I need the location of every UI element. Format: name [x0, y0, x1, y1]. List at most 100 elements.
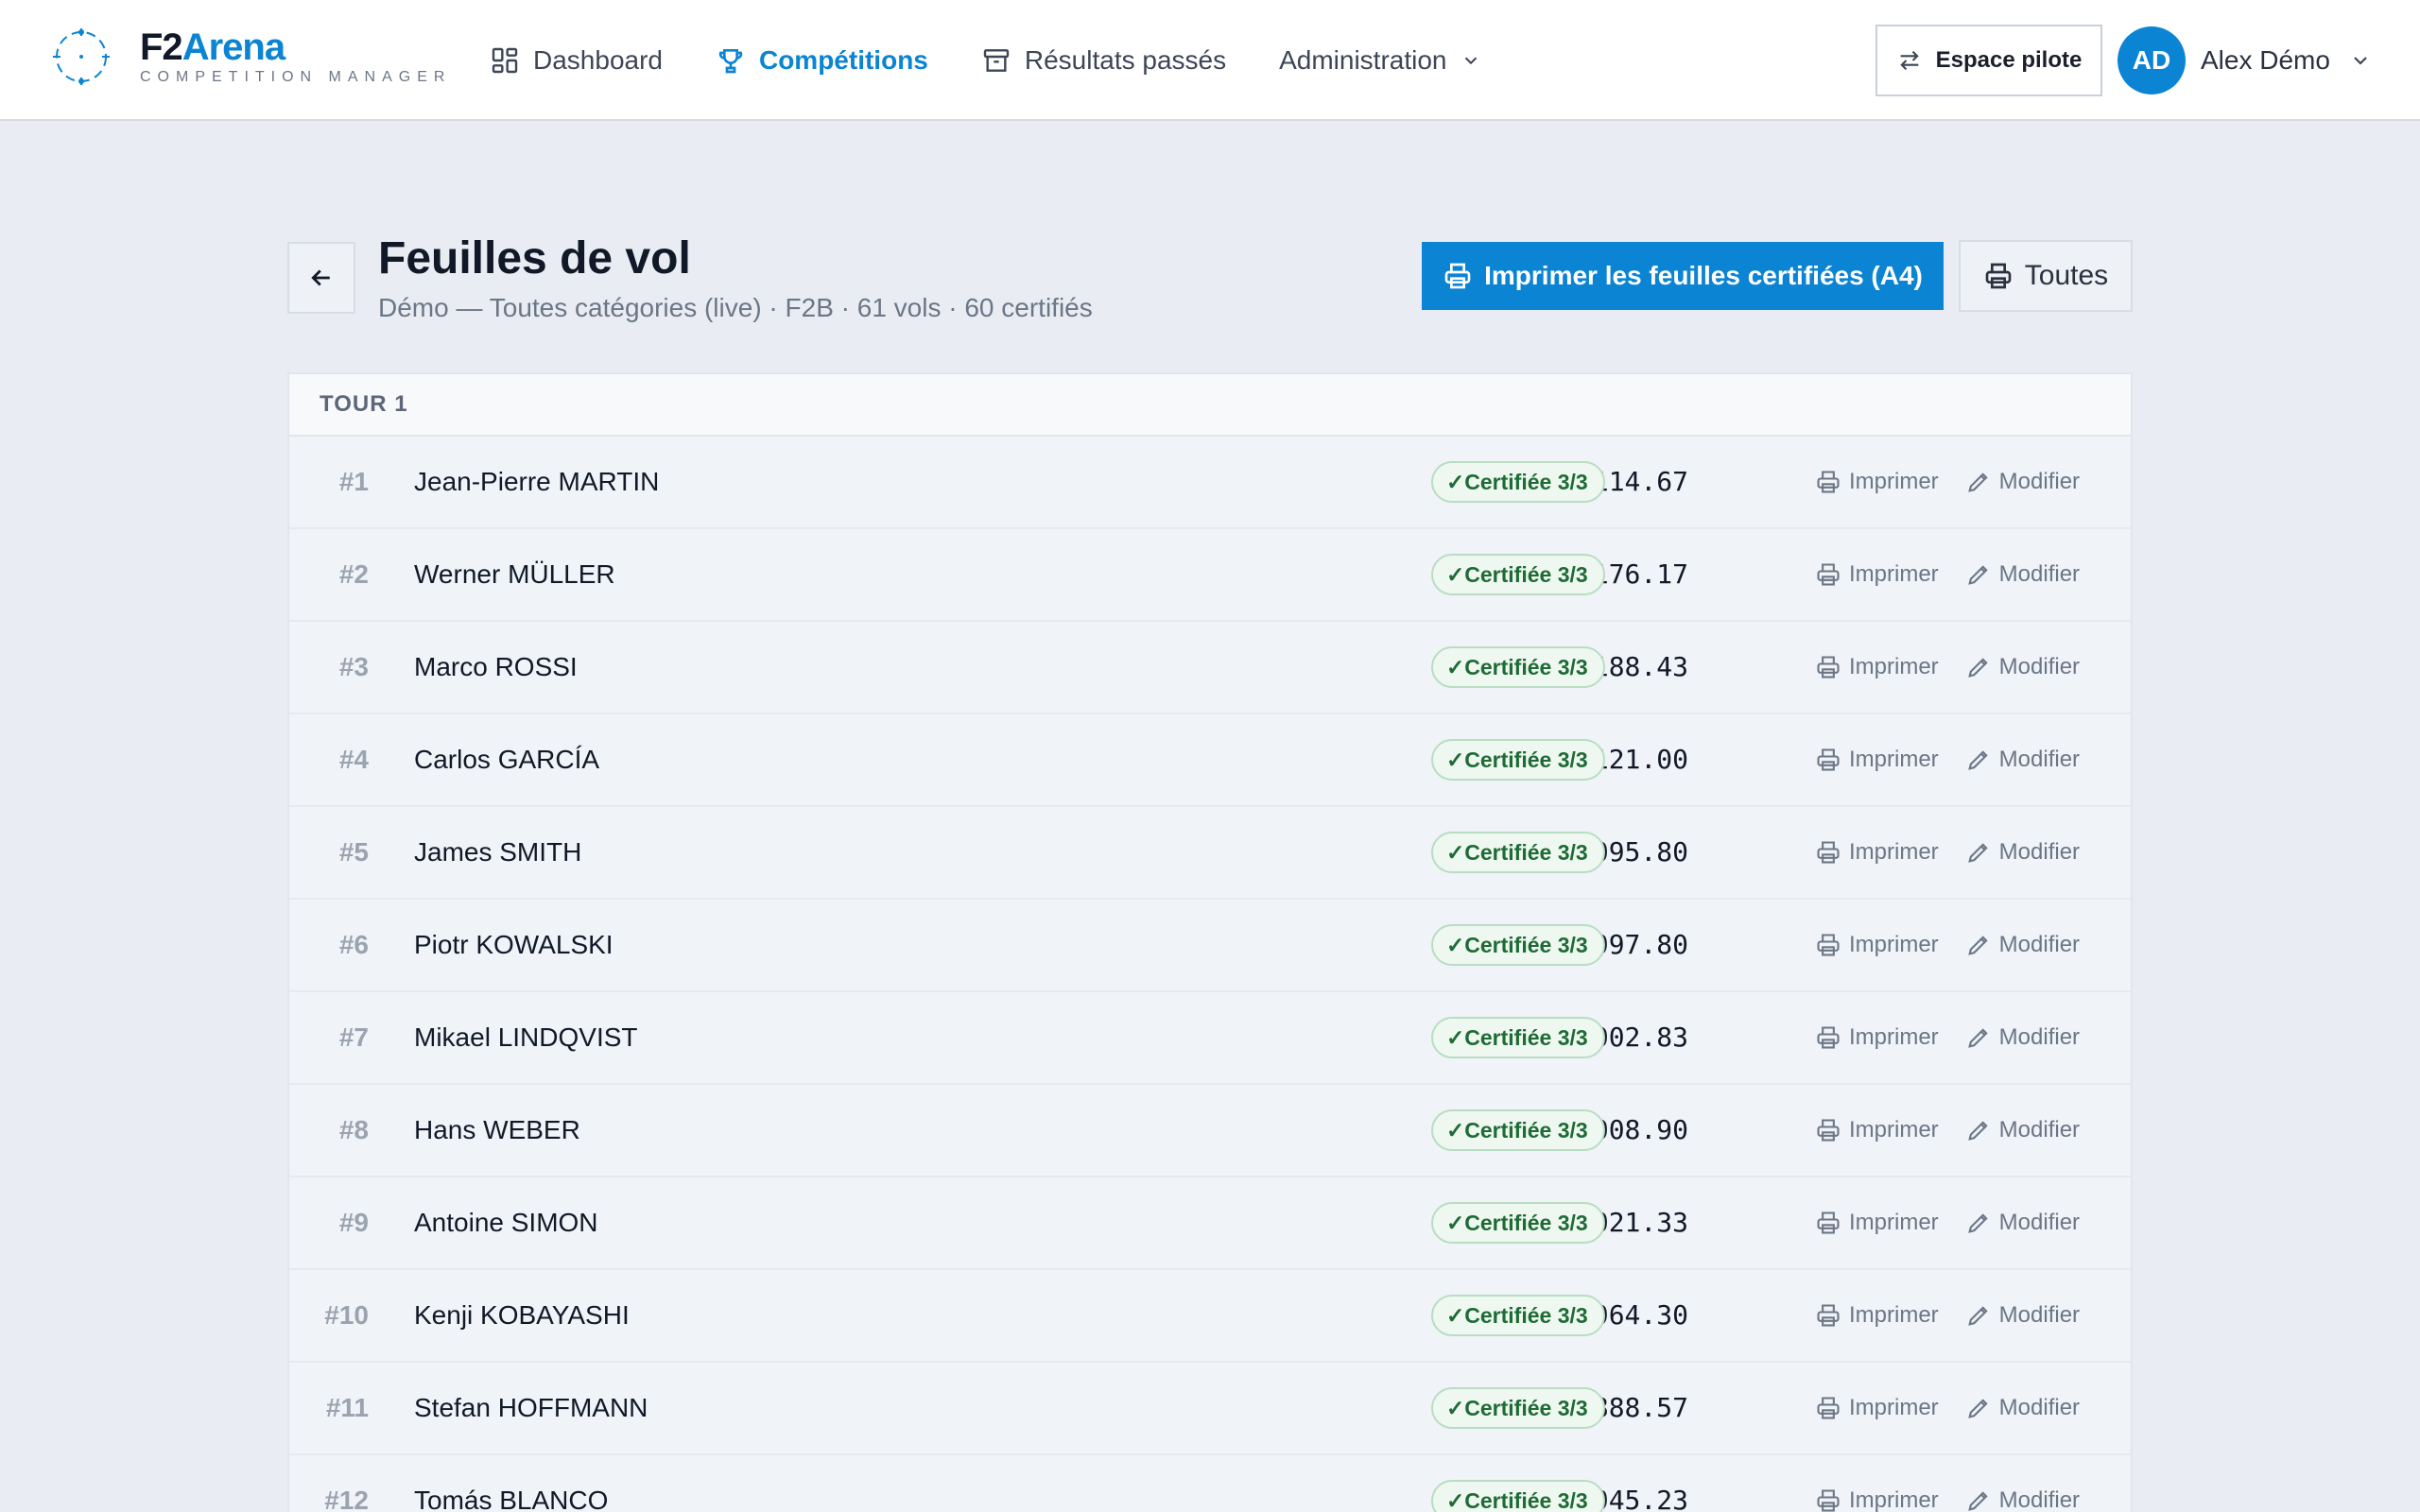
edit-button[interactable]: Modifier	[1965, 1210, 2080, 1236]
printer-icon	[1817, 471, 1840, 493]
printer-icon	[1444, 263, 1471, 289]
rank-number: #4	[338, 745, 369, 774]
print-label: Imprimer	[1849, 1210, 1939, 1235]
pilot-name: James SMITH	[414, 837, 582, 867]
row-actions: Imprimer Modifier	[1815, 992, 2080, 1083]
print-button[interactable]: Imprimer	[1815, 1210, 1939, 1236]
print-button[interactable]: Imprimer	[1815, 469, 1939, 495]
pencil-icon	[1967, 1121, 1988, 1141]
status-badge: ✓Certifiée 3/3	[1431, 1202, 1605, 1244]
pilot-name: Stefan HOFFMANN	[414, 1393, 648, 1422]
page-subtitle: Démo — Toutes catégories (live) · F2B · …	[378, 293, 1093, 322]
nav-past-results[interactable]: Résultats passés	[981, 45, 1226, 76]
nav-dashboard-label: Dashboard	[533, 45, 663, 75]
print-button[interactable]: Imprimer	[1815, 654, 1939, 680]
print-certified-button[interactable]: Imprimer les feuilles certifiées (A4)	[1422, 242, 1944, 310]
status-badge: ✓Certifiée 3/3	[1431, 1387, 1605, 1429]
print-button[interactable]: Imprimer	[1815, 932, 1939, 958]
row-actions: Imprimer Modifier	[1815, 807, 2080, 898]
table-row: #10 Kenji KOBAYASHI 964.30 ✓Certifiée 3/…	[289, 1270, 2131, 1363]
edit-button[interactable]: Modifier	[1965, 747, 2080, 773]
rank-number: #6	[338, 930, 369, 959]
row-actions: Imprimer Modifier	[1815, 900, 2080, 990]
dashboard-grid-icon	[492, 47, 518, 74]
printer-icon	[1817, 1304, 1840, 1327]
edit-label: Modifier	[1998, 747, 2081, 772]
rank-number: #11	[325, 1393, 369, 1422]
nav-administration[interactable]: Administration	[1279, 45, 1480, 76]
edit-button[interactable]: Modifier	[1965, 654, 2080, 680]
edit-label: Modifier	[1998, 839, 2081, 865]
table-row: #2 Werner MÜLLER 1176.17 ✓Certifiée 3/3 …	[289, 529, 2131, 622]
edit-label: Modifier	[1998, 469, 2081, 494]
printer-icon	[1817, 841, 1840, 864]
edit-button[interactable]: Modifier	[1965, 1302, 2080, 1329]
print-button[interactable]: Imprimer	[1815, 1487, 1939, 1512]
print-label: Imprimer	[1849, 1395, 1939, 1420]
edit-label: Modifier	[1998, 932, 2081, 957]
edit-button[interactable]: Modifier	[1965, 932, 2080, 958]
print-label: Imprimer	[1849, 747, 1939, 772]
table-row: #11 Stefan HOFFMANN 888.57 ✓Certifiée 3/…	[289, 1363, 2131, 1455]
pilot-name: Marco ROSSI	[414, 652, 578, 681]
flight-sheet-list: #1 Jean-Pierre MARTIN 1114.67 ✓Certifiée…	[289, 437, 2131, 1512]
brand-name: F2Arena	[140, 26, 285, 68]
nav-competitions[interactable]: Compétitions	[716, 45, 928, 76]
print-button[interactable]: Imprimer	[1815, 561, 1939, 588]
rank-number: #8	[338, 1115, 369, 1144]
print-button[interactable]: Imprimer	[1815, 839, 1939, 866]
row-actions: Imprimer Modifier	[1815, 1177, 2080, 1268]
brand-logo[interactable]: F2Arena COMPETITION MANAGER	[51, 26, 451, 87]
swap-arrows-icon	[1899, 50, 1919, 71]
flight-sheets-panel: TOUR 1 #1 Jean-Pierre MARTIN 1114.67 ✓Ce…	[287, 372, 2133, 1512]
print-certified-label: Imprimer les feuilles certifiées (A4)	[1484, 261, 1923, 290]
edit-label: Modifier	[1998, 654, 2081, 679]
pencil-icon	[1967, 1399, 1988, 1418]
pencil-icon	[1967, 1491, 1988, 1511]
print-button[interactable]: Imprimer	[1815, 1302, 1939, 1329]
pilot-space-button[interactable]: Espace pilote	[1876, 25, 2102, 96]
edit-label: Modifier	[1998, 1024, 2081, 1050]
user-menu[interactable]: AD Alex Démo	[2118, 26, 2372, 94]
pilot-name: Hans WEBER	[414, 1115, 580, 1144]
edit-button[interactable]: Modifier	[1965, 1024, 2080, 1051]
print-button[interactable]: Imprimer	[1815, 1395, 1939, 1421]
pencil-icon	[1967, 1306, 1988, 1326]
edit-button[interactable]: Modifier	[1965, 1395, 2080, 1421]
pencil-icon	[1967, 472, 1988, 492]
edit-button[interactable]: Modifier	[1965, 469, 2080, 495]
table-row: #8 Hans WEBER 1008.90 ✓Certifiée 3/3 Imp…	[289, 1085, 2131, 1177]
chevron-down-icon	[2354, 57, 2367, 65]
printer-icon	[1817, 934, 1840, 956]
printer-icon	[1817, 748, 1840, 771]
edit-button[interactable]: Modifier	[1965, 1487, 2080, 1512]
print-label: Imprimer	[1849, 654, 1939, 679]
row-actions: Imprimer Modifier	[1815, 1363, 2080, 1453]
edit-button[interactable]: Modifier	[1965, 839, 2080, 866]
edit-label: Modifier	[1998, 1210, 2081, 1235]
printer-icon	[1817, 1119, 1840, 1142]
back-button[interactable]	[287, 242, 355, 314]
rank-number: #12	[324, 1486, 369, 1512]
pilot-name: Jean-Pierre MARTIN	[414, 467, 660, 496]
print-button[interactable]: Imprimer	[1815, 747, 1939, 773]
status-badge: ✓Certifiée 3/3	[1431, 739, 1605, 781]
edit-label: Modifier	[1998, 1117, 2081, 1143]
printer-icon	[1985, 263, 2012, 289]
print-button[interactable]: Imprimer	[1815, 1117, 1939, 1143]
nav-competitions-label: Compétitions	[758, 45, 928, 75]
printer-icon	[1817, 1026, 1840, 1049]
row-actions: Imprimer Modifier	[1815, 1455, 2080, 1512]
table-row: #6 Piotr KOWALSKI 997.80 ✓Certifiée 3/3 …	[289, 900, 2131, 992]
print-label: Imprimer	[1849, 1487, 1939, 1512]
print-button[interactable]: Imprimer	[1815, 1024, 1939, 1051]
status-badge: ✓Certifiée 3/3	[1431, 461, 1605, 503]
print-all-button[interactable]: Toutes	[1959, 240, 2133, 312]
printer-icon	[1817, 563, 1840, 586]
edit-label: Modifier	[1998, 1487, 2081, 1512]
pencil-icon	[1967, 936, 1988, 955]
print-all-label: Toutes	[2024, 260, 2109, 291]
edit-button[interactable]: Modifier	[1965, 1117, 2080, 1143]
nav-dashboard[interactable]: Dashboard	[490, 45, 663, 76]
edit-button[interactable]: Modifier	[1965, 561, 2080, 588]
